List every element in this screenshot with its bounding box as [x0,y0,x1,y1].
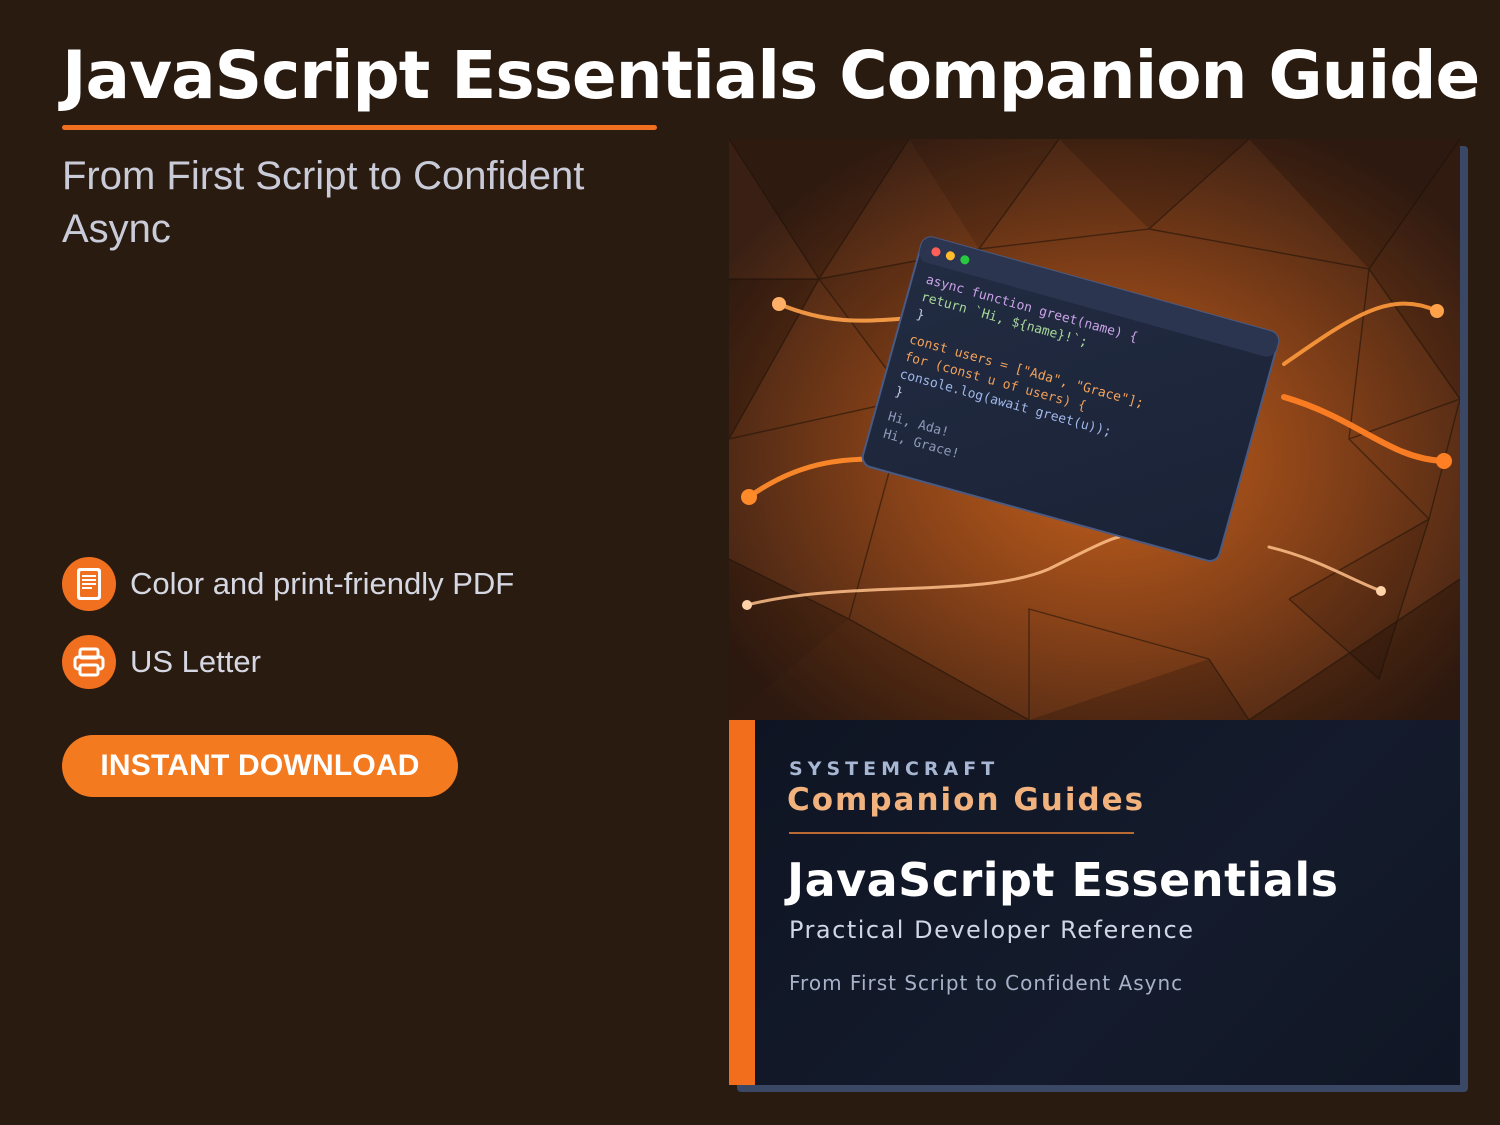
page-subtitle: From First Script to Confident Async [62,154,585,251]
series-divider [789,832,1134,834]
cover-title: JavaScript Essentials [787,853,1339,907]
document-icon [62,557,116,611]
cover-series: Companion Guides [787,782,1146,818]
feature-paper-size: US Letter [62,635,261,689]
feature-label: US Letter [130,644,261,679]
cover-subtitle: Practical Developer Reference [789,916,1195,944]
feature-label: Color and print-friendly PDF [130,566,515,601]
feature-pdf: Color and print-friendly PDF [62,557,514,611]
cover-title-panel: SYSTEMCRAFT Companion Guides JavaScript … [729,720,1460,1085]
instant-download-button[interactable]: INSTANT DOWNLOAD [62,735,458,797]
product-page: JavaScript Essentials Companion Guide Fr… [0,0,1500,1125]
cover-illustration: async function greet(name) { return `Hi,… [729,139,1460,720]
title-underline [62,125,657,130]
cover-tagline: From First Script to Confident Async [789,971,1184,995]
cover-accent-bar [729,720,755,1085]
printer-icon [62,635,116,689]
book-cover: async function greet(name) { return `Hi,… [729,139,1460,1085]
page-title: JavaScript Essentials Companion Guide [62,37,1480,114]
cover-brand: SYSTEMCRAFT [789,758,1000,780]
